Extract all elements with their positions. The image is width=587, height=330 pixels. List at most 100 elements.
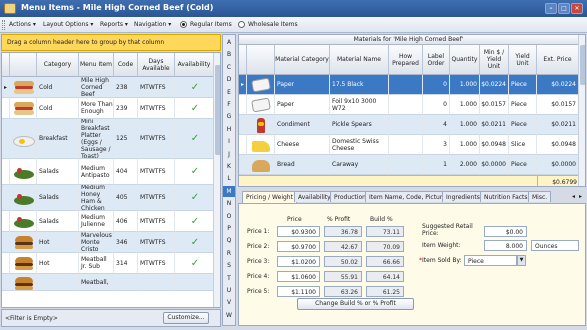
tab-scroll-right-icon[interactable]: ▸	[579, 193, 585, 202]
label-order-cell: 0	[423, 95, 450, 115]
regular-items-label[interactable]: Regular Items	[190, 21, 232, 28]
tab-item-name-code-picture[interactable]: Item Name, Code, Picture	[365, 191, 450, 202]
change-build-profit-button[interactable]: Change Build % or % Profit	[297, 298, 414, 310]
table-row[interactable]: Breakfast Mini Breakfast Platter (Eggs / …	[2, 119, 214, 159]
alphabet-letter-m[interactable]: M	[223, 185, 235, 197]
sold-by-dropdown-icon[interactable]: ▼	[517, 255, 526, 266]
table-row[interactable]: Meatball,	[2, 274, 214, 291]
tab-ingredients[interactable]: Ingredients	[442, 191, 484, 202]
material-row[interactable]: Bread Caraway 1 2.000 $0.0000 Piece $0.0000	[239, 155, 579, 175]
materials-scrollbar[interactable]	[578, 35, 585, 186]
material-name-cell-text: Foil 9x10 3000 W72	[332, 97, 377, 112]
alphabet-letter-f[interactable]: F	[223, 99, 235, 110]
menu-item-column-header[interactable]: Menu Item	[79, 53, 114, 77]
availability-column-header[interactable]: Availability	[175, 53, 214, 77]
table-row[interactable]: Cold More Than Enough 239 MTWTFS ✓	[2, 98, 214, 119]
yield-unit-header[interactable]: Yield Unit	[509, 45, 537, 75]
price-input[interactable]: $0.9300	[277, 226, 320, 237]
toolbar-grip[interactable]	[2, 20, 5, 30]
price-input[interactable]: $1.1100	[277, 286, 320, 297]
alphabet-letter-p[interactable]: P	[223, 223, 235, 234]
alphabet-letter-d[interactable]: D	[223, 74, 235, 85]
tab-misc[interactable]: Misc.	[528, 191, 552, 202]
price-input[interactable]: $1.0600	[277, 271, 320, 282]
regular-items-radio[interactable]	[180, 21, 187, 28]
material-category-header[interactable]: Material Category	[275, 45, 330, 75]
alphabet-letter-t[interactable]: T	[223, 273, 235, 284]
ext-price-cell: $0.0000	[537, 155, 579, 175]
label-order-header[interactable]: Label Order	[423, 45, 450, 75]
ext-price-header[interactable]: Ext. Price	[537, 45, 579, 75]
close-button[interactable]: ✕	[571, 3, 583, 14]
how-prepared-header[interactable]: How Prepared	[389, 45, 423, 75]
price-input[interactable]: $0.9700	[277, 241, 320, 252]
grid-scrollbar[interactable]	[213, 53, 220, 307]
wholesale-items-radio[interactable]	[238, 21, 245, 28]
quantity-header[interactable]: Quantity	[450, 45, 480, 75]
material-row[interactable]: Cheese Domestic Swiss Cheese 3 1.000 $0.0948…	[239, 135, 579, 155]
availability-cell	[175, 274, 214, 291]
tab-nutrition-facts[interactable]: Nutrition Facts	[480, 191, 532, 202]
alphabet-letter-g[interactable]: G	[223, 111, 235, 122]
materials-scroll-thumb[interactable]	[580, 45, 585, 85]
item-weight-input[interactable]: 8.000	[484, 240, 527, 251]
table-row[interactable]: Salads Medium Antipasto 404 MTWTFS ✓	[2, 159, 214, 185]
alphabet-letter-h[interactable]: H	[223, 124, 235, 135]
wholesale-items-label[interactable]: Wholesale Items	[248, 21, 298, 28]
alphabet-letter-c[interactable]: C	[223, 62, 235, 73]
salad-icon	[11, 163, 36, 182]
alphabet-letter-q[interactable]: Q	[223, 235, 235, 246]
table-row[interactable]: ▸ Cold Mile High Corned Beef 238 MTWTFS ✓	[2, 77, 214, 98]
tab-pricing-weight[interactable]: Pricing / Weight	[242, 191, 297, 203]
table-row[interactable]: Hot Meatball Jr. Sub 314 MTWTFS ✓	[2, 253, 214, 274]
layout-options-menu[interactable]: Layout Options ▾	[43, 21, 93, 28]
alphabet-letter-j[interactable]: J	[223, 149, 235, 160]
yield-unit-cell-text: Slice	[511, 141, 526, 148]
price-input[interactable]: $1.0200	[277, 256, 320, 267]
material-row[interactable]: ▸ Paper 17.5 Black 0 1.000 $0.0224 Piece $0.022…	[239, 75, 579, 95]
reports-menu[interactable]: Reports ▾	[100, 21, 128, 28]
actions-menu[interactable]: Actions ▾	[9, 21, 36, 28]
burger-icon	[11, 274, 36, 290]
label-order-cell-text: 0	[443, 81, 447, 88]
alphabet-letter-s[interactable]: S	[223, 260, 235, 271]
tab-production[interactable]: Production	[330, 191, 370, 202]
minimize-button[interactable]: –	[545, 3, 557, 14]
table-row[interactable]: Salads Medium Julienne 406 MTWTFS ✓	[2, 211, 214, 232]
material-name-header[interactable]: Material Name	[330, 45, 389, 75]
table-row[interactable]: Salads Medium Honey Ham & Chicken 405 MTWTF…	[2, 185, 214, 211]
material-row[interactable]: Paper Foil 9x10 3000 W72 0 1.000 $0.0157 Piec…	[239, 95, 579, 115]
how-prepared-cell	[389, 115, 423, 135]
code-column-header[interactable]: Code	[114, 53, 138, 77]
maximize-button[interactable]: □	[558, 3, 570, 14]
alphabet-letter-o[interactable]: O	[223, 211, 235, 222]
alphabet-letter-b[interactable]: B	[223, 49, 235, 60]
weight-unit-select[interactable]: Ounces	[531, 240, 579, 251]
alphabet-letter-e[interactable]: E	[223, 87, 235, 98]
alphabet-letter-i[interactable]: I	[223, 136, 235, 147]
tab-scroll-left-icon[interactable]: ◂	[572, 193, 578, 202]
alphabet-letter-r[interactable]: R	[223, 248, 235, 259]
suggested-retail-input[interactable]: $0.00	[484, 226, 527, 237]
alphabet-letter-w[interactable]: W	[223, 310, 235, 321]
grid-scroll-thumb[interactable]	[215, 65, 220, 155]
alphabet-letter-a[interactable]: A	[223, 37, 235, 48]
alphabet-letter-u[interactable]: U	[223, 285, 235, 296]
tab-availability[interactable]: Availability	[294, 191, 335, 202]
alphabet-letter-k[interactable]: K	[223, 161, 235, 172]
category-cell-text: Breakfast	[39, 135, 68, 142]
customize-button[interactable]: Customize...	[163, 312, 209, 324]
category-column-header[interactable]: Category	[37, 53, 79, 77]
days-available-column-header[interactable]: Days Available	[138, 53, 175, 77]
table-row[interactable]: Hot Marvelous Monte Cristo 346 MTWTFS ✓	[2, 232, 214, 253]
alphabet-letter-v[interactable]: V	[223, 297, 235, 308]
alphabet-letter-l[interactable]: L	[223, 173, 235, 184]
ext-price-cell: $0.0948	[537, 135, 579, 155]
material-row[interactable]: Condiment Pickle Spears 4 1.000 $0.0211 Piece…	[239, 115, 579, 135]
min-per-yield-header[interactable]: Min $ / Yield Unit	[480, 45, 509, 75]
group-by-bar[interactable]: Drag a column header here to group by th…	[1, 34, 221, 51]
alphabet-letter-n[interactable]: N	[223, 198, 235, 209]
navigation-menu[interactable]: Navigation ▾	[134, 21, 171, 28]
picture-cell	[10, 77, 37, 98]
sold-by-select[interactable]: Piece	[464, 255, 517, 266]
